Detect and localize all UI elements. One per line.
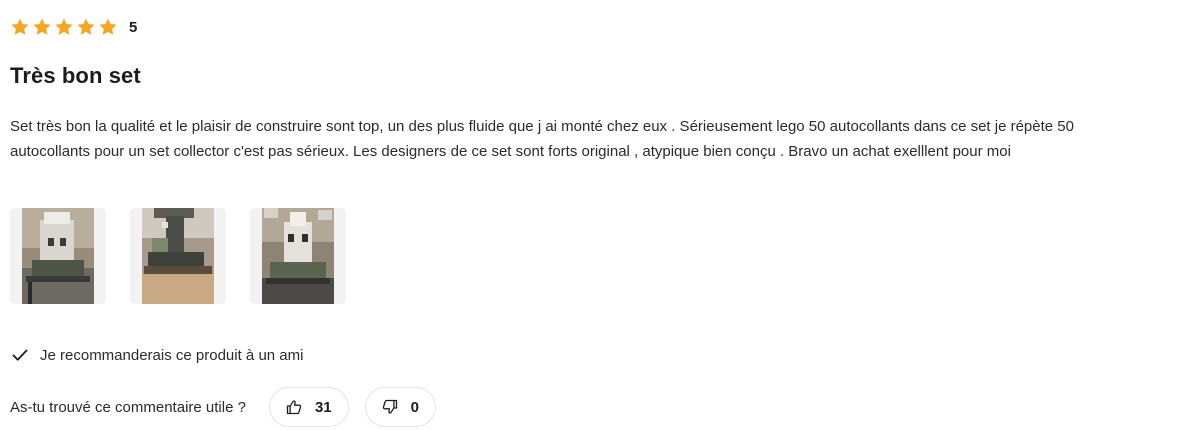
review-rating: 5 [10,17,137,37]
helpful-label: As-tu trouvé ce commentaire utile ? [10,398,246,416]
thumbs-down-count: 0 [410,398,419,416]
thumbs-up-icon [286,400,302,415]
star-icon [76,17,96,37]
helpful-row: As-tu trouvé ce commentaire utile ? 31 0 [10,387,452,427]
review-photo-3[interactable] [250,208,346,304]
rating-value: 5 [129,18,138,36]
recommend-row: Je recommanderais ce produit à un ami [10,345,303,365]
thumbs-down-icon [382,399,397,414]
review-photos [10,208,346,304]
star-icon [98,17,118,37]
star-rating [10,17,118,37]
review-body: Set très bon la qualité et le plaisir de… [10,118,1074,160]
star-icon [10,17,30,37]
star-icon [32,17,52,37]
thumbs-down-button[interactable]: 0 [364,387,436,427]
review-photo-2[interactable] [130,208,226,304]
review-photo-1[interactable] [10,208,106,304]
review-title: Très bon set [10,63,141,88]
thumbs-up-count: 31 [314,398,332,416]
checkmark-icon [12,349,28,361]
thumbs-up-button[interactable]: 31 [268,387,349,427]
recommend-text: Je recommanderais ce produit à un ami [40,346,304,364]
star-icon [54,17,74,37]
